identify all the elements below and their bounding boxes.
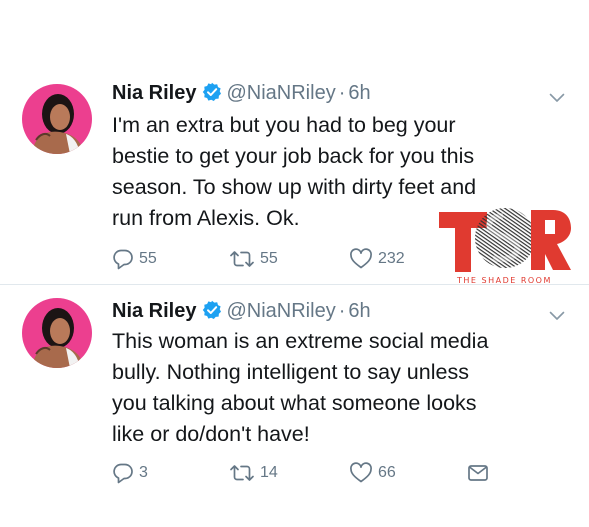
tweet[interactable]: Nia Riley @NiaNRiley · 6h This woman is an … — [0, 286, 589, 527]
watermark-caption: THE SHADE ROOM — [457, 276, 552, 285]
retweet-button[interactable]: 14 — [229, 461, 278, 485]
reply-count: 3 — [139, 464, 148, 481]
user-handle[interactable]: @NiaNRiley — [226, 300, 335, 322]
display-name[interactable]: Nia Riley — [112, 82, 196, 104]
retweet-icon — [229, 248, 260, 270]
heart-icon — [349, 462, 378, 484]
tweet-header: Nia Riley @NiaNRiley · 6h — [112, 81, 371, 108]
like-count: 66 — [378, 464, 396, 481]
tweet-actions: 3 14 66 — [112, 461, 532, 485]
verified-badge-icon — [202, 300, 222, 326]
chevron-down-icon[interactable] — [549, 308, 565, 320]
avatar[interactable] — [22, 84, 92, 154]
reply-count: 55 — [139, 250, 157, 267]
reply-button[interactable]: 3 — [112, 461, 148, 485]
separator-dot: · — [338, 82, 346, 104]
display-name[interactable]: Nia Riley — [112, 300, 196, 322]
timestamp[interactable]: 6h — [348, 82, 370, 104]
avatar[interactable] — [22, 298, 92, 368]
direct-message-button[interactable] — [467, 461, 494, 485]
tweet-text: This woman is an extreme social media bu… — [112, 329, 489, 446]
retweet-count: 55 — [260, 250, 278, 267]
like-button[interactable]: 66 — [349, 461, 396, 485]
retweet-icon — [229, 462, 260, 484]
reply-icon — [112, 248, 139, 270]
user-handle[interactable]: @NiaNRiley — [226, 82, 335, 104]
direct-message-icon — [467, 463, 494, 483]
like-button[interactable]: 232 — [349, 247, 405, 271]
timestamp[interactable]: 6h — [348, 300, 370, 322]
chevron-down-icon[interactable] — [549, 90, 565, 102]
separator-dot: · — [338, 300, 346, 322]
retweet-count: 14 — [260, 464, 278, 481]
reply-button[interactable]: 55 — [112, 247, 157, 271]
heart-icon — [349, 248, 378, 270]
reply-icon — [112, 462, 139, 484]
tweet-header: Nia Riley @NiaNRiley · 6h — [112, 299, 371, 326]
retweet-button[interactable]: 55 — [229, 247, 278, 271]
like-count: 232 — [378, 250, 405, 267]
verified-badge-icon — [202, 82, 222, 108]
